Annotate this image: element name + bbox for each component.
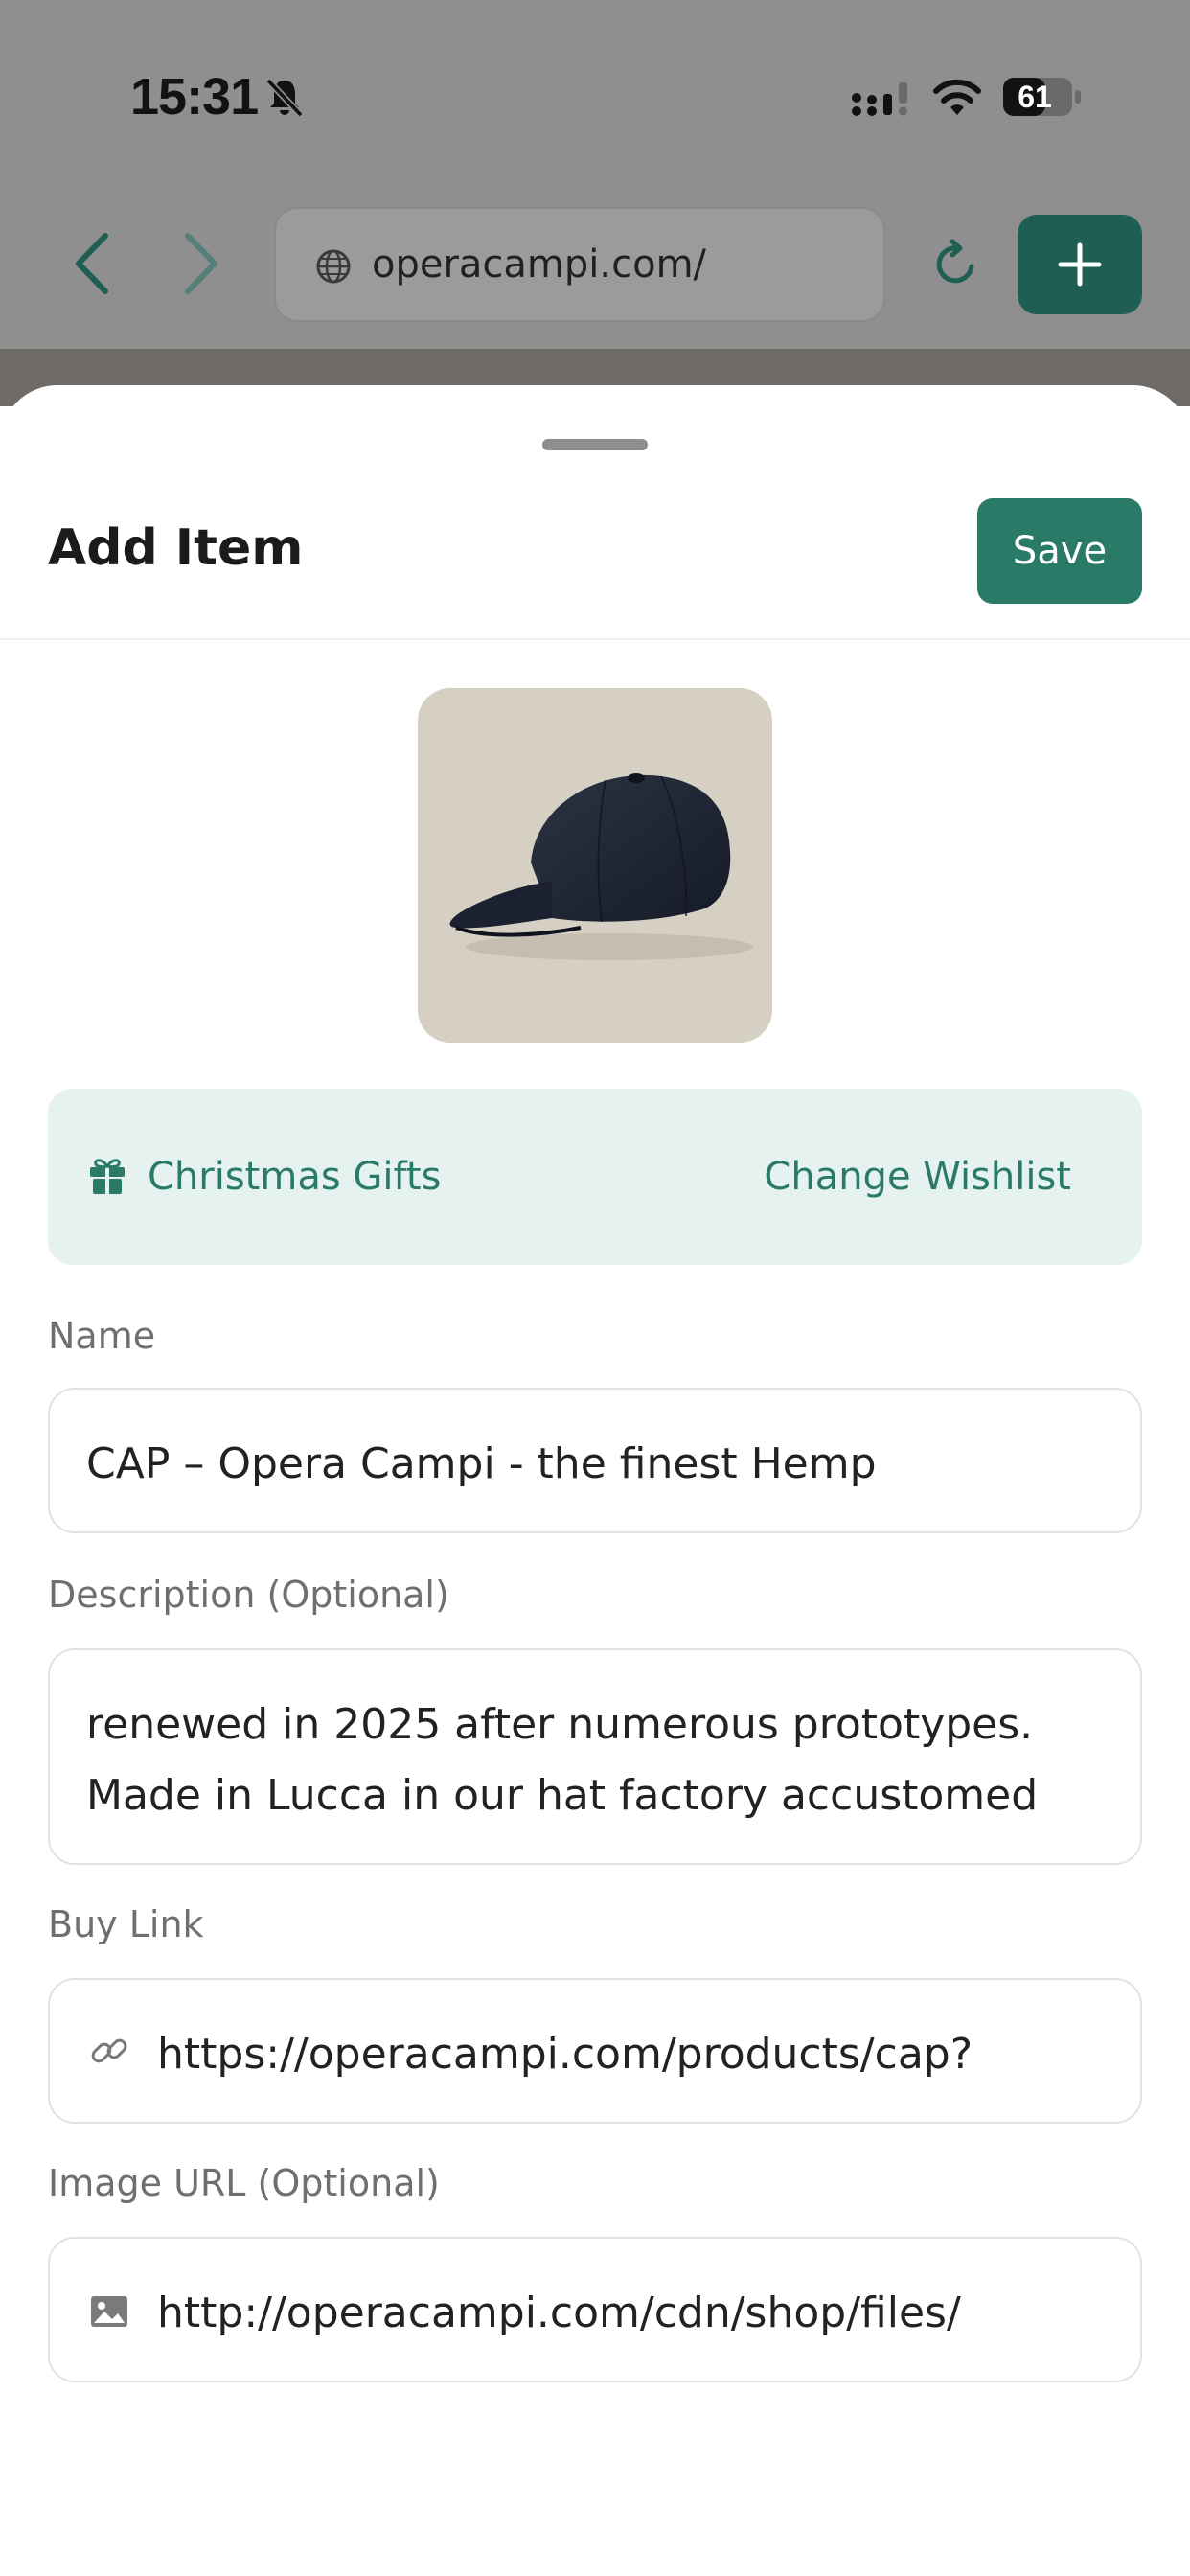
- globe-icon: [316, 249, 351, 284]
- status-time: 15:31: [130, 68, 259, 126]
- sheet-grabber[interactable]: [542, 439, 648, 450]
- link-icon: [91, 2038, 127, 2063]
- change-wishlist-button[interactable]: Change Wishlist: [764, 1089, 1071, 1265]
- item-image[interactable]: [418, 688, 772, 1043]
- description-field[interactable]: renewed in 2025 after numerous prototype…: [48, 1648, 1142, 1865]
- buy-link-field[interactable]: https://operacampi.com/products/cap?: [48, 1978, 1142, 2124]
- forward-icon[interactable]: [176, 230, 224, 297]
- back-icon[interactable]: [69, 230, 117, 297]
- gift-icon: [90, 1159, 125, 1194]
- battery-level: 61: [1018, 80, 1052, 114]
- description-line-2: Made in Lucca in our hat factory accusto…: [86, 1771, 1039, 1820]
- buy-link-value: https://operacampi.com/products/cap?: [157, 2030, 973, 2079]
- name-field[interactable]: CAP – Opera Campi - the finest Hemp: [48, 1388, 1142, 1533]
- image-url-value: http://operacampi.com/cdn/shop/files/: [157, 2288, 961, 2337]
- sheet-title: Add Item: [48, 519, 304, 577]
- wifi-icon: [933, 79, 981, 115]
- signal-icon: [852, 82, 907, 116]
- description-line-1: renewed in 2025 after numerous prototype…: [86, 1700, 1034, 1749]
- description-label: Description (Optional): [48, 1574, 449, 1616]
- browser-chrome: 15:31 61 operacampi.com/: [0, 0, 1190, 349]
- add-item-sheet: Add Item Save Christmas Gifts Change Wis…: [0, 385, 1190, 2576]
- add-tab-button[interactable]: [1018, 215, 1142, 314]
- reload-icon[interactable]: [929, 238, 983, 291]
- buy-link-label: Buy Link: [48, 1903, 204, 1945]
- header-divider: [0, 638, 1190, 640]
- save-button[interactable]: Save: [977, 498, 1142, 604]
- url-bar[interactable]: operacampi.com/: [274, 207, 885, 322]
- bell-slash-icon: [265, 78, 304, 118]
- wishlist-banner: Christmas Gifts Change Wishlist: [48, 1089, 1142, 1265]
- image-url-field[interactable]: http://operacampi.com/cdn/shop/files/: [48, 2237, 1142, 2382]
- name-value: CAP – Opera Campi - the finest Hemp: [86, 1439, 877, 1488]
- image-icon: [91, 2296, 127, 2327]
- plus-icon: [1058, 242, 1102, 287]
- name-label: Name: [48, 1315, 156, 1357]
- url-text: operacampi.com/: [372, 242, 707, 287]
- wishlist-name: Christmas Gifts: [148, 1155, 442, 1199]
- image-url-label: Image URL (Optional): [48, 2162, 440, 2204]
- cap-image: [449, 773, 753, 960]
